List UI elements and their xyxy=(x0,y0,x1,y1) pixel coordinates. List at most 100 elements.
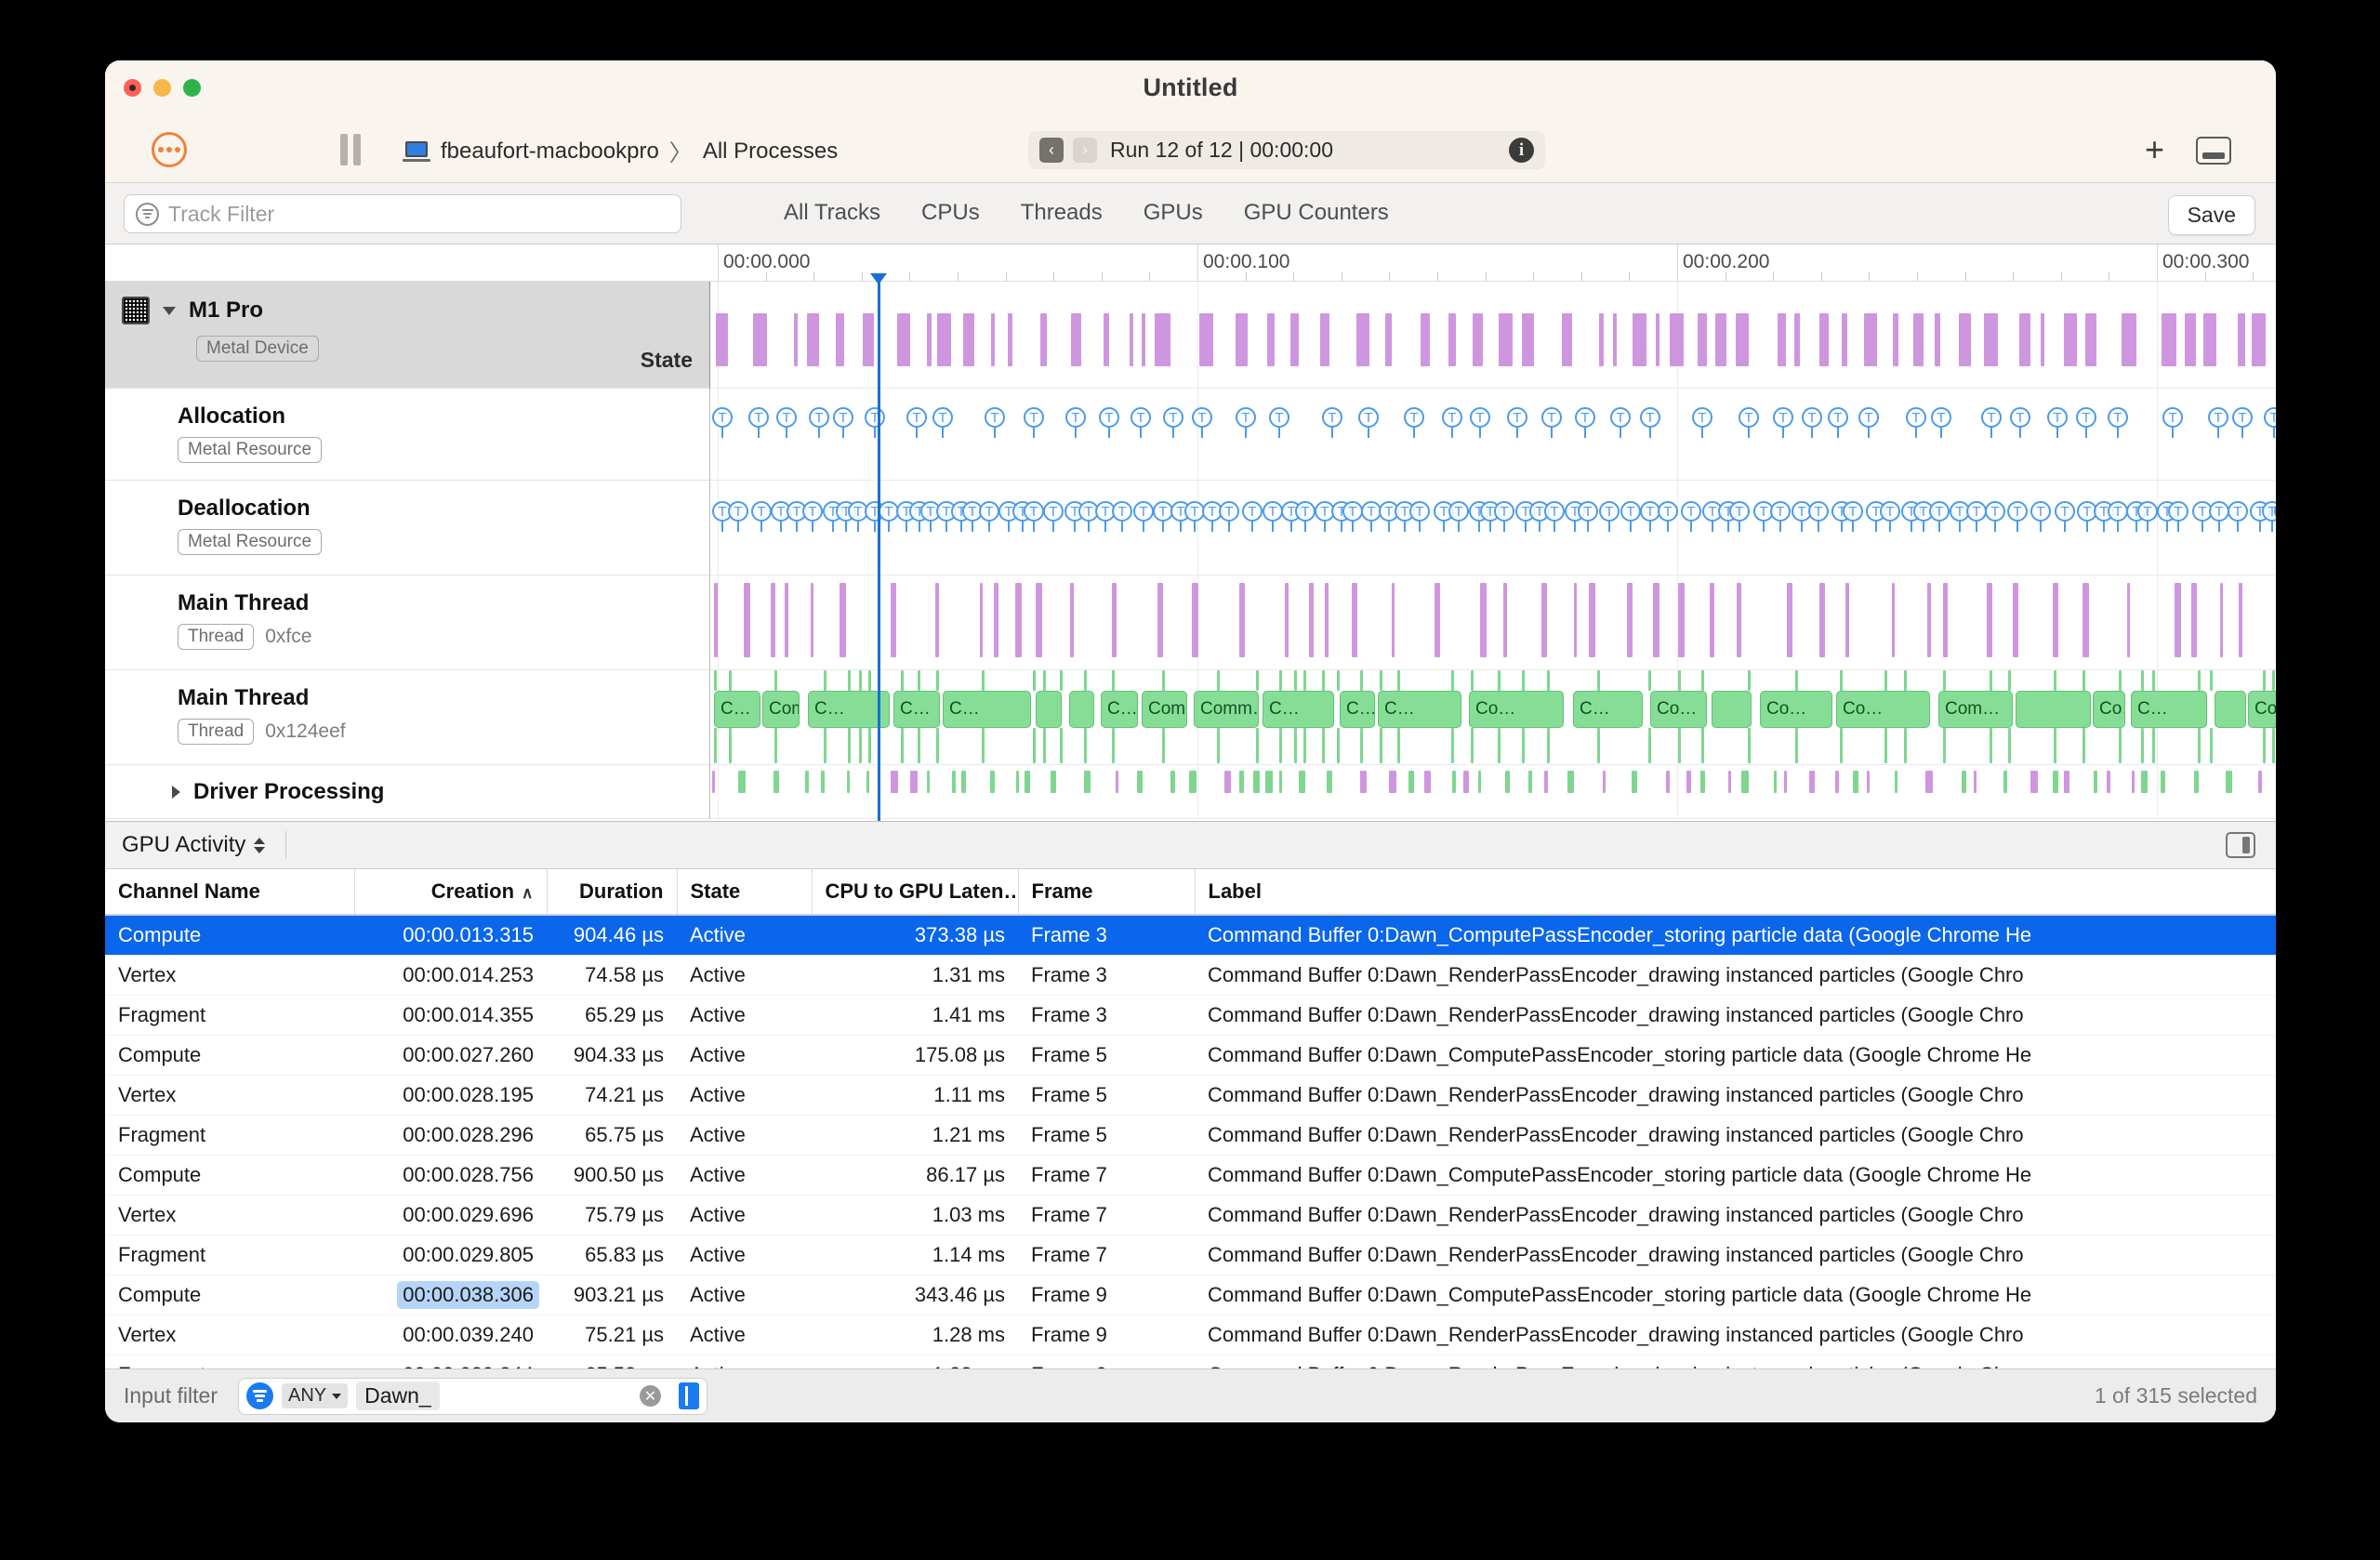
state-bar[interactable] xyxy=(937,313,951,366)
thread-sample-bar[interactable] xyxy=(1627,583,1633,657)
state-bar[interactable] xyxy=(2203,313,2216,366)
table-row[interactable]: Compute 00:00.013.315 904.46 µs Active 373.3… xyxy=(105,915,2276,956)
thread-sample-bar[interactable] xyxy=(1239,583,1245,657)
state-bar[interactable] xyxy=(1448,313,1456,366)
column-header-cpu-to-gpu-latency[interactable]: CPU to GPU Laten… xyxy=(812,869,1019,916)
cell-creation[interactable]: 00:00.027.260 xyxy=(354,1035,547,1076)
resource-marker[interactable]: T xyxy=(1263,501,1283,532)
cell-channel-name[interactable]: Vertex xyxy=(105,1315,354,1355)
resource-marker[interactable]: T xyxy=(1808,501,1829,532)
thread-sample-bar[interactable] xyxy=(744,583,750,657)
right-inspector-icon[interactable] xyxy=(2226,832,2255,858)
detail-type-popup[interactable]: GPU Activity xyxy=(122,832,245,858)
resource-marker[interactable]: T xyxy=(1931,407,1951,438)
thread-sample-bar[interactable] xyxy=(980,583,983,657)
resource-marker[interactable]: T xyxy=(1409,501,1430,532)
driver-sample-bar[interactable] xyxy=(1116,771,1118,793)
command-buffer-box[interactable]: Co… xyxy=(2093,691,2125,728)
cell-state[interactable]: Active xyxy=(677,1115,812,1156)
filter-panel-icon[interactable] xyxy=(679,1382,699,1409)
cell-channel-name[interactable]: Compute xyxy=(105,1035,354,1076)
command-buffer-box[interactable]: C… xyxy=(2131,691,2207,728)
track-lane-allocation[interactable]: TTTTTTTTTTTTTTTTTTTTTTTTTTTTTTTTTTTTTTTT… xyxy=(710,389,2276,481)
state-bar[interactable] xyxy=(1599,313,1604,366)
state-bar[interactable] xyxy=(897,313,910,366)
driver-sample-bar[interactable] xyxy=(738,771,746,793)
driver-sample-bar[interactable] xyxy=(2132,771,2135,793)
command-buffer-box[interactable]: C… xyxy=(943,691,1031,728)
driver-sample-bar[interactable] xyxy=(1544,771,1548,793)
cell-state[interactable]: Active xyxy=(677,1315,812,1355)
resource-marker[interactable]: T xyxy=(776,407,797,438)
resource-marker[interactable]: T xyxy=(1640,407,1660,438)
driver-sample-bar[interactable] xyxy=(1224,771,1231,793)
state-bar[interactable] xyxy=(2185,313,2196,366)
bottom-panel-icon[interactable] xyxy=(2196,137,2231,165)
track-lane-deallocation[interactable]: TTTTTTTTTTTTTTTTTTTTTTTTTTTTTTTTTTTTTTTT… xyxy=(710,481,2276,575)
resource-marker[interactable]: T xyxy=(2208,407,2228,438)
state-bar[interactable] xyxy=(1385,313,1392,366)
resource-marker[interactable]: T xyxy=(2228,501,2248,532)
thread-sample-bar[interactable] xyxy=(1036,583,1042,657)
chevron-right-icon[interactable]: › xyxy=(1073,138,1097,163)
state-bar[interactable] xyxy=(1562,313,1572,366)
tab-gpus[interactable]: GPUs xyxy=(1144,200,1203,226)
driver-sample-bar[interactable] xyxy=(1774,771,1777,793)
resource-marker[interactable]: T xyxy=(1739,407,1759,438)
state-bar[interactable] xyxy=(2162,313,2176,366)
resource-marker[interactable]: T xyxy=(1024,407,1044,438)
resource-marker[interactable]: T xyxy=(1043,501,1064,532)
thread-sample-bar[interactable] xyxy=(2239,583,2242,657)
state-bar[interactable] xyxy=(1984,313,1998,366)
cell-channel-name[interactable]: Compute xyxy=(105,915,354,956)
cell-label[interactable]: Command Buffer 0:Dawn_RenderPassEncoder_… xyxy=(1195,1075,2276,1116)
command-buffer-box[interactable]: Co… xyxy=(1469,691,1564,728)
state-bar[interactable] xyxy=(1142,313,1145,366)
resource-marker[interactable]: T xyxy=(1342,501,1363,532)
thread-sample-bar[interactable] xyxy=(2013,583,2018,657)
command-buffer-box[interactable]: C… xyxy=(1263,691,1334,728)
resource-marker[interactable]: T xyxy=(985,407,1005,438)
tab-gpu-counters[interactable]: GPU Counters xyxy=(1244,200,1389,226)
resource-marker[interactable]: T xyxy=(1966,501,1987,532)
table-row[interactable]: Compute 00:00.027.260 904.33 µs Active 175.0… xyxy=(105,1035,2276,1076)
cell-frame[interactable]: Frame 3 xyxy=(1018,915,1195,956)
driver-sample-bar[interactable] xyxy=(805,771,809,793)
cell-frame[interactable]: Frame 7 xyxy=(1018,1235,1195,1276)
command-buffer-box[interactable] xyxy=(2016,691,2091,728)
resource-marker[interactable]: T xyxy=(2274,501,2276,532)
state-bar[interactable] xyxy=(1008,313,1012,366)
cell-duration[interactable]: 65.75 µs xyxy=(547,1115,677,1156)
resource-marker[interactable]: T xyxy=(1575,407,1595,438)
driver-sample-bar[interactable] xyxy=(1360,771,1367,793)
driver-sample-bar[interactable] xyxy=(1279,771,1282,793)
driver-sample-bar[interactable] xyxy=(1051,771,1056,793)
state-bar[interactable] xyxy=(1913,313,1924,366)
thread-sample-bar[interactable] xyxy=(1309,583,1314,657)
command-buffer-box[interactable]: C… xyxy=(893,691,940,728)
cell-state[interactable]: Active xyxy=(677,1075,812,1116)
resource-marker[interactable]: T xyxy=(1163,407,1183,438)
driver-sample-bar[interactable] xyxy=(1895,771,1897,793)
command-buffer-box[interactable] xyxy=(2215,691,2246,728)
driver-sample-bar[interactable] xyxy=(2094,771,2097,793)
thread-sample-bar[interactable] xyxy=(2220,583,2223,657)
resource-marker[interactable]: T xyxy=(1681,501,1701,532)
thread-sample-bar[interactable] xyxy=(1157,583,1163,657)
cell-duration[interactable]: 903.21 µs xyxy=(547,1275,677,1315)
command-buffer-box[interactable] xyxy=(1036,691,1062,728)
thread-sample-bar[interactable] xyxy=(1285,583,1289,657)
thread-sample-bar[interactable] xyxy=(1987,583,1992,657)
cell-duration[interactable]: 75.79 µs xyxy=(547,1195,677,1236)
driver-sample-bar[interactable] xyxy=(1016,771,1019,793)
cell-cpu-to-gpu-latency[interactable]: 1.31 ms xyxy=(812,955,1018,996)
driver-sample-bar[interactable] xyxy=(2194,771,2199,793)
resource-marker[interactable]: T xyxy=(2047,407,2068,438)
resource-marker[interactable]: T xyxy=(1322,407,1342,438)
track-header-m1-pro[interactable]: M1 Pro Metal Device State xyxy=(105,282,710,389)
cell-creation[interactable]: 00:00.013.315 xyxy=(354,915,547,956)
column-header-state[interactable]: State xyxy=(677,869,813,916)
resource-marker[interactable]: T xyxy=(1880,501,1900,532)
resource-marker[interactable]: T xyxy=(1295,501,1316,532)
driver-sample-bar[interactable] xyxy=(2064,771,2069,793)
